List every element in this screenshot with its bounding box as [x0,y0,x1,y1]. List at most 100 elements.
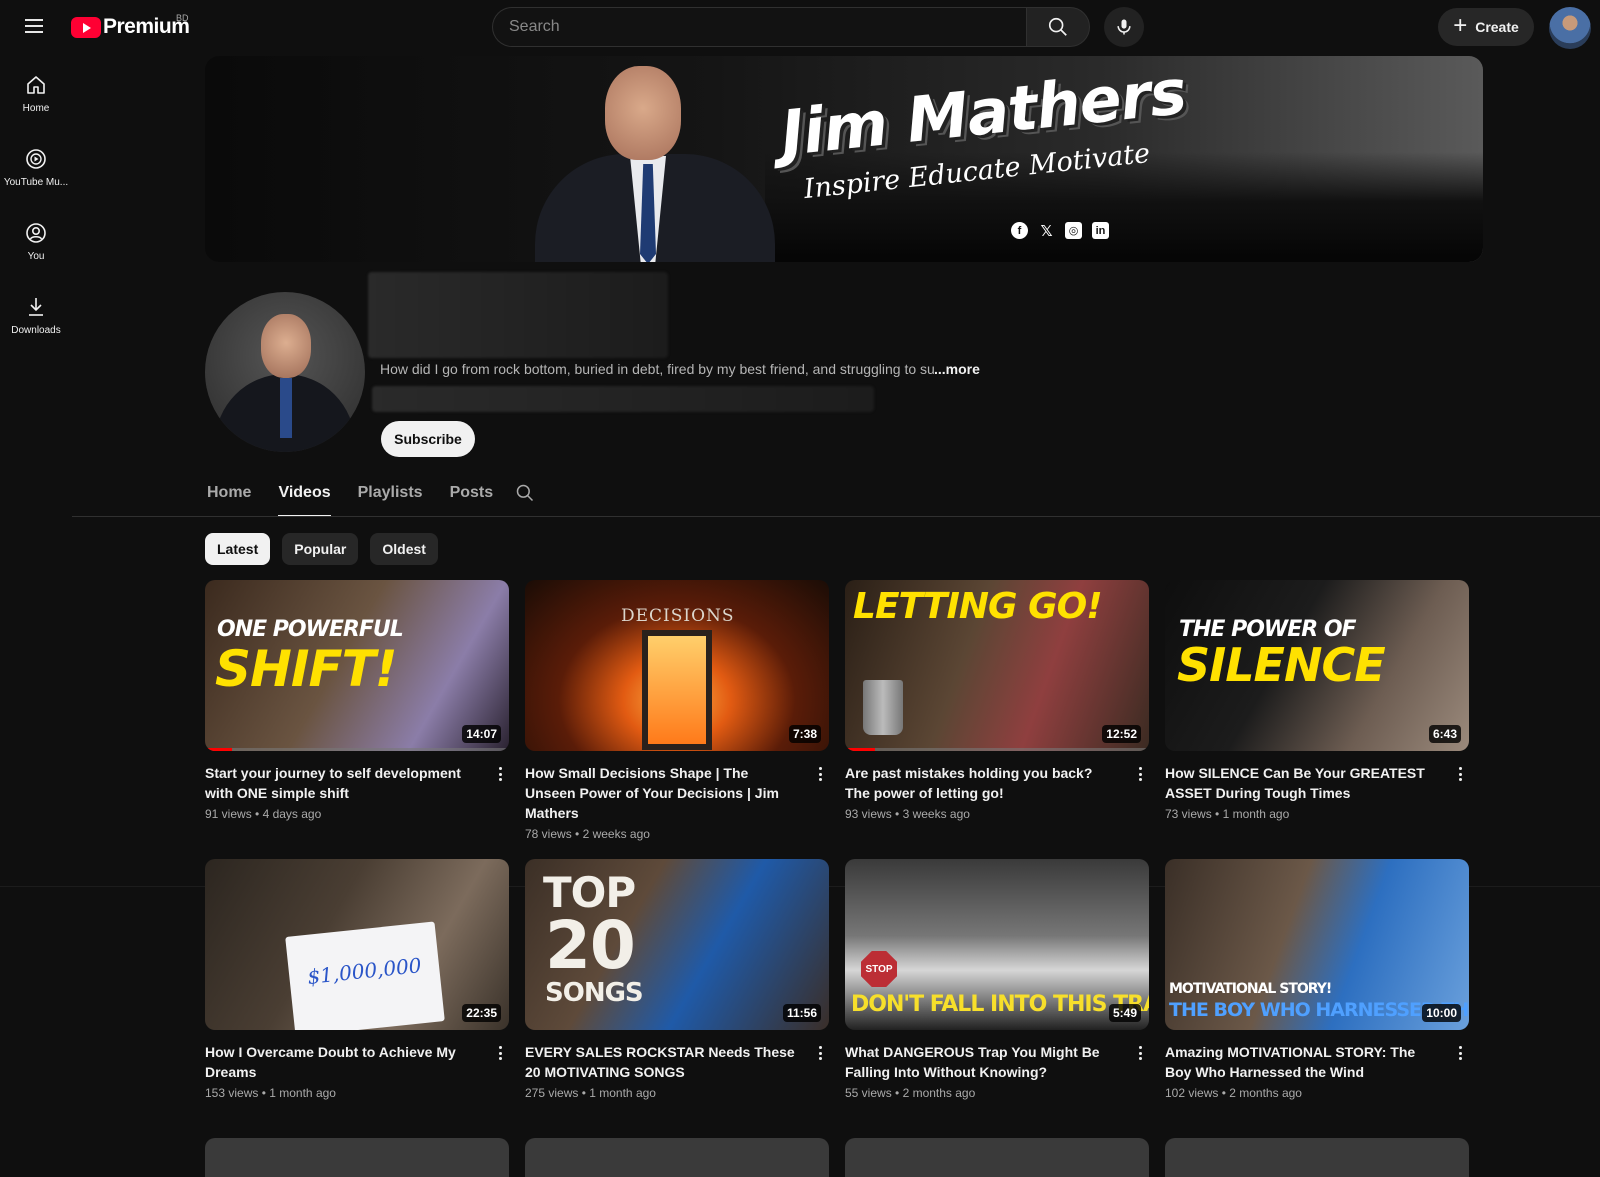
more-options-icon[interactable] [497,1043,503,1063]
redacted-channel-name [368,272,668,358]
upload-age: 2 weeks ago [582,827,650,841]
upload-age: 1 month ago [1222,807,1290,821]
sidebar-item-label: You [27,250,45,262]
upload-age: 2 months ago [902,1086,976,1100]
channel-description[interactable]: How did I go from rock bottom, buried in… [380,361,935,377]
thumbnail-text: SILENCE [1177,638,1386,692]
loading-placeholder-card [525,1138,829,1177]
upload-age: 3 weeks ago [902,807,970,821]
view-count: 153 views [205,1086,259,1100]
top-bar: Premium BD + Create [0,0,1600,56]
video-thumbnail[interactable]: DECISIONS 7:38 [525,580,829,751]
home-icon [27,75,45,94]
sidebar-item-you[interactable]: You [0,204,72,278]
more-options-icon[interactable] [1137,1043,1143,1063]
video-thumbnail[interactable]: ONE POWERFUL SHIFT! 14:07 [205,580,509,751]
video-thumbnail[interactable]: STOP DON'T FALL INTO THIS TRAP 5:49 [845,859,1149,1030]
video-thumbnail[interactable]: TOP 20 SONGS 11:56 [525,859,829,1030]
video-meta: 93 views • 3 weeks ago [845,807,970,821]
subscribe-button[interactable]: Subscribe [381,421,475,457]
video-title[interactable]: How SILENCE Can Be Your GREATEST ASSET D… [1165,763,1437,803]
video-title[interactable]: Start your journey to self development w… [205,763,477,803]
video-duration: 7:38 [788,725,821,743]
video-title[interactable]: What DANGEROUS Trap You Might Be Falling… [845,1042,1117,1082]
youtube-premium-logo[interactable]: Premium [71,15,190,39]
download-icon [29,297,43,316]
sort-chips: Latest Popular Oldest [205,533,438,565]
account-avatar[interactable] [1549,7,1591,49]
sidebar-item-home[interactable]: Home [0,56,72,130]
voice-search-button[interactable] [1104,7,1144,47]
video-card[interactable]: $1,000,000 22:35 How I Overcame Doubt to… [205,859,509,1100]
more-link[interactable]: ...more [934,361,980,377]
loading-placeholder-card [1165,1138,1469,1177]
video-thumbnail[interactable]: MOTIVATIONAL STORY! THE BOY WHO HARNESSE… [1165,859,1469,1030]
video-card[interactable]: STOP DON'T FALL INTO THIS TRAP 5:49 What… [845,859,1149,1100]
channel-avatar[interactable] [205,292,365,452]
redacted-channel-links [372,386,874,412]
video-card[interactable]: MOTIVATIONAL STORY! THE BOY WHO HARNESSE… [1165,859,1469,1100]
thumbnail-text: SONGS [545,978,644,1008]
trash-can-graphic [863,680,903,735]
view-count: 102 views [1165,1086,1219,1100]
more-options-icon[interactable] [1457,1043,1463,1063]
create-button[interactable]: + Create [1438,8,1534,46]
video-title[interactable]: Are past mistakes holding you back? The … [845,763,1117,803]
video-card[interactable]: TOP 20 SONGS 11:56 EVERY SALES ROCKSTAR … [525,859,829,1100]
video-thumbnail[interactable]: $1,000,000 22:35 [205,859,509,1030]
view-count: 275 views [525,1086,579,1100]
thumbnail-text: STOP [865,963,893,975]
tab-posts[interactable]: Posts [450,476,494,516]
upload-age: 1 month ago [269,1086,336,1100]
upload-age: 4 days ago [262,807,322,821]
x-icon[interactable]: 𝕏 [1038,222,1055,240]
sign-paper: $1,000,000 [285,921,445,1030]
facebook-icon[interactable]: f [1011,222,1028,239]
video-title[interactable]: How Small Decisions Shape | The Unseen P… [525,763,797,823]
tabs-divider [72,516,1600,517]
chip-latest[interactable]: Latest [205,533,271,565]
video-thumbnail[interactable]: THE POWER OF SILENCE 6:43 [1165,580,1469,751]
chip-oldest[interactable]: Oldest [370,533,438,565]
tab-playlists[interactable]: Playlists [358,476,423,516]
video-title[interactable]: EVERY SALES ROCKSTAR Needs These 20 MOTI… [525,1042,797,1082]
instagram-icon[interactable]: ◎ [1065,222,1082,239]
video-card[interactable]: THE POWER OF SILENCE 6:43 How SILENCE Ca… [1165,580,1469,821]
linkedin-icon[interactable]: in [1092,222,1109,239]
video-title[interactable]: How I Overcame Doubt to Achieve My Dream… [205,1042,477,1082]
video-meta: 73 views • 1 month ago [1165,807,1290,821]
thumbnail-text: MOTIVATIONAL STORY! [1169,981,1332,997]
video-title[interactable]: Amazing MOTIVATIONAL STORY: The Boy Who … [1165,1042,1437,1082]
tab-home[interactable]: Home [207,476,251,516]
youtube-music-icon [26,148,46,169]
view-count: 78 views [525,827,572,841]
tab-videos[interactable]: Videos [278,476,331,517]
video-duration: 6:43 [1428,725,1461,743]
search-button[interactable] [1026,7,1090,47]
video-card[interactable]: ONE POWERFUL SHIFT! 14:07 Start your jou… [205,580,509,821]
watch-progress-bar [845,748,876,751]
chip-popular[interactable]: Popular [282,533,359,565]
sidebar-item-youtube-music[interactable]: YouTube Mu... [0,130,72,204]
sidebar-item-label: Downloads [11,324,61,336]
channel-search-icon[interactable] [515,483,535,503]
search-input[interactable] [492,7,1026,47]
more-options-icon[interactable] [817,1043,823,1063]
video-thumbnail[interactable]: LETTING GO! 12:52 [845,580,1149,751]
thumbnail-text: LETTING GO! [853,586,1103,627]
thumbnail-text: $1,000,000 [306,953,423,989]
more-options-icon[interactable] [1137,764,1143,784]
stop-sign-graphic: STOP [861,951,897,987]
banner-portrait [535,64,775,262]
microphone-icon [1117,19,1131,35]
more-options-icon[interactable] [817,764,823,784]
video-card[interactable]: DECISIONS 7:38 How Small Decisions Shape… [525,580,829,841]
sidebar-item-downloads[interactable]: Downloads [0,278,72,352]
video-card[interactable]: LETTING GO! 12:52 Are past mistakes hold… [845,580,1149,821]
hamburger-menu-icon[interactable] [22,16,46,40]
upload-age: 1 month ago [589,1086,656,1100]
more-options-icon[interactable] [497,764,503,784]
more-options-icon[interactable] [1457,764,1463,784]
thumbnail-text: DECISIONS [621,606,735,626]
channel-tabs: Home Videos Playlists Posts [207,476,520,517]
